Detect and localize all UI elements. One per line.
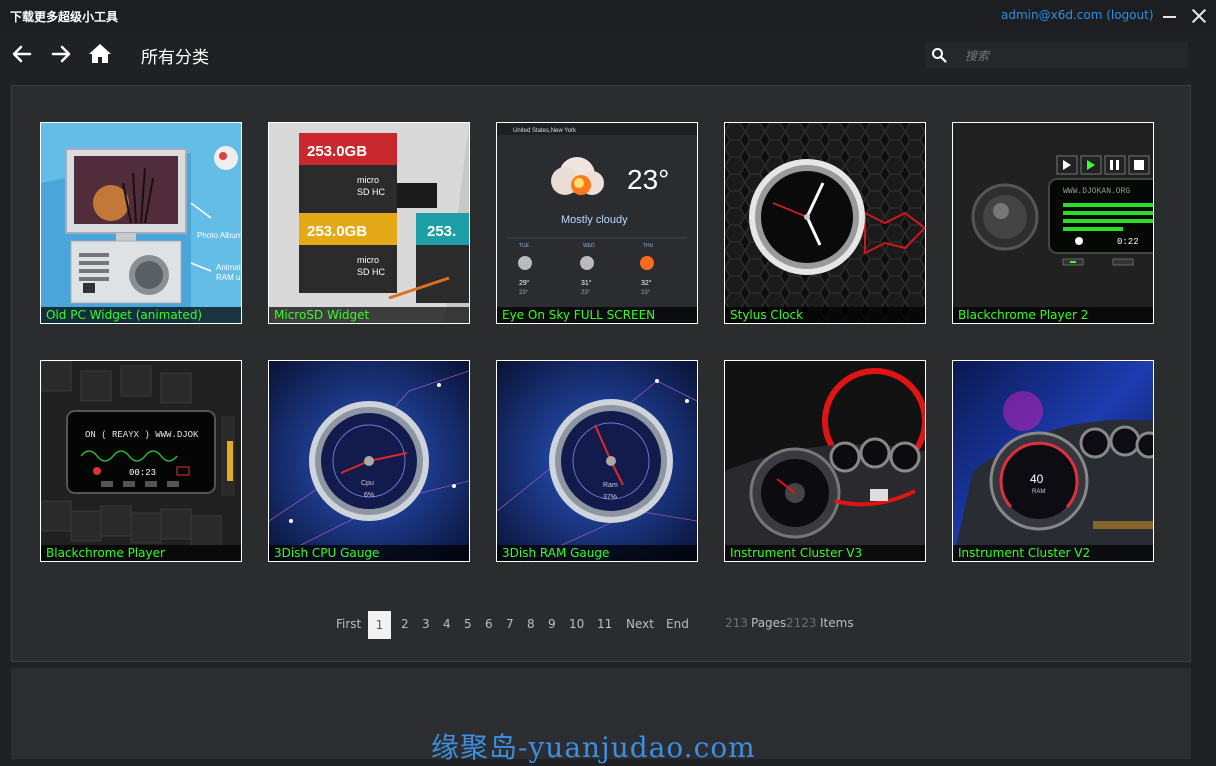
widget-card-label: 3Dish RAM Gauge [497, 545, 697, 561]
page-link[interactable]: 4 [443, 617, 451, 631]
weather-city: United States,New York [513, 128, 577, 134]
forecast-low: 23° [581, 290, 591, 296]
search-box[interactable] [925, 42, 1188, 68]
sd3-capacity: 253. [427, 223, 456, 240]
widget-card-label: MicroSD Widget [269, 307, 469, 323]
search-input[interactable] [963, 46, 1177, 66]
page-link[interactable]: 2 [401, 617, 409, 631]
sd1-capacity: 253.0GB [307, 143, 367, 160]
instrument-cluster-v2-thumbnail: 40 RAM [953, 361, 1153, 561]
microsd-thumbnail: 253.0GB micro SD HC 253.0GB micro SD HC … [269, 123, 469, 323]
cpu-gauge-thumbnail: Cpu 6% [269, 361, 469, 561]
svg-text:micro: micro [357, 255, 379, 265]
widget-card-label: Instrument Cluster V2 [953, 545, 1153, 561]
old-pc-thumbnail: Photo Album Animat RAM u [41, 123, 241, 323]
svg-text:micro: micro [357, 175, 379, 185]
ram-percent: 37% [603, 494, 617, 501]
cluster-v2-unit: RAM [1032, 489, 1045, 495]
sd2-capacity: 253.0GB [307, 223, 367, 240]
widget-card-stylus-clock[interactable]: Stylus Clock [724, 122, 926, 324]
items-label: Items [820, 616, 854, 630]
widget-card-label: Instrument Cluster V3 [725, 545, 925, 561]
page-next[interactable]: Next [626, 617, 654, 631]
widget-card-eye-on-sky[interactable]: United States,New York 23° Mostly cloudy… [496, 122, 698, 324]
widget-card-old-pc[interactable]: Photo Album Animat RAM u Old PC Widget (… [40, 122, 242, 324]
forecast-day: THU [643, 243, 654, 249]
page-link[interactable]: 7 [506, 617, 514, 631]
widget-card-label: Blackchrome Player [41, 545, 241, 561]
back-arrow-icon[interactable] [10, 42, 34, 66]
instrument-cluster-v3-thumbnail [725, 361, 925, 561]
watermark: 缘聚岛-yuanjudao.com [431, 731, 756, 764]
widget-card-label: 3Dish CPU Gauge [269, 545, 469, 561]
player2-time: 0:22 [1117, 237, 1139, 247]
svg-text:SD HC: SD HC [357, 267, 386, 277]
animated-text: Animat [216, 263, 241, 272]
ram-text: RAM u [216, 273, 240, 282]
stylus-clock-thumbnail [725, 123, 925, 323]
pagination: First 1 2 3 4 5 6 7 8 9 10 11 Next End 2… [0, 611, 1216, 639]
cluster-v2-value: 40 [1030, 472, 1044, 486]
forecast-high: 31° [581, 279, 592, 287]
widget-card-cpu-gauge[interactable]: Cpu 6% 3Dish CPU Gauge [268, 360, 470, 562]
blackchrome-player-thumbnail: ON ( REAYX ) WWW.DJOK 00:23 [41, 361, 241, 561]
pages-label: Pages [751, 616, 787, 630]
page-title: 所有分类 [141, 48, 209, 68]
forecast-high: 29° [519, 279, 530, 287]
app-title: 下载更多超级小工具 [10, 10, 119, 24]
widget-card-label: Blackchrome Player 2 [953, 307, 1153, 323]
player2-url: WWW.DJOKAN.ORG [1063, 187, 1130, 196]
page-current[interactable]: 1 [368, 611, 391, 639]
ram-gauge-thumbnail: Ram 37% [497, 361, 697, 561]
cpu-label: Cpu [361, 480, 374, 487]
photo-album-text: Photo Album [197, 231, 241, 240]
widget-card-instrument-cluster-v3[interactable]: Instrument Cluster V3 [724, 360, 926, 562]
total-items: 2123 [786, 616, 817, 630]
home-icon[interactable] [88, 42, 112, 66]
search-icon[interactable] [931, 47, 947, 63]
ram-label: Ram [603, 482, 618, 489]
page-link[interactable]: 3 [422, 617, 430, 631]
forecast-low: 23° [519, 290, 529, 296]
forecast-high: 32° [641, 279, 652, 287]
forecast-day: TUE [519, 243, 530, 249]
total-pages: 213 [725, 616, 748, 630]
user-logout-link[interactable]: admin@x6d.com (logout) [1001, 8, 1154, 22]
cpu-percent: 6% [364, 492, 374, 499]
forecast-low: 23° [641, 290, 651, 296]
page-link[interactable]: 9 [548, 617, 556, 631]
widget-card-label: Old PC Widget (animated) [41, 307, 241, 323]
minimize-icon[interactable] [1160, 6, 1180, 26]
weather-temp: 23° [627, 164, 669, 195]
blackchrome-player-2-thumbnail: WWW.DJOKAN.ORG 0:22 [953, 123, 1153, 323]
widget-card-label: Eye On Sky FULL SCREEN [497, 307, 697, 323]
title-bar: 下载更多超级小工具 admin@x6d.com (logout) [0, 0, 1216, 32]
widget-card-instrument-cluster-v2[interactable]: 40 RAM Instrument Cluster V2 [952, 360, 1154, 562]
widget-card-blackchrome-player-2[interactable]: WWW.DJOKAN.ORG 0:22 Blackchrome Player 2 [952, 122, 1154, 324]
page-link[interactable]: 11 [597, 617, 612, 631]
page-link[interactable]: 6 [485, 617, 493, 631]
page-end[interactable]: End [666, 617, 689, 631]
widget-card-blackchrome-player[interactable]: ON ( REAYX ) WWW.DJOK 00:23 Blackchrome … [40, 360, 242, 562]
close-icon[interactable] [1189, 6, 1209, 26]
forecast-day: WED [583, 243, 595, 249]
widget-card-label: Stylus Clock [725, 307, 925, 323]
page-first[interactable]: First [336, 617, 361, 631]
nav-bar: 所有分类 [0, 32, 1216, 76]
forward-arrow-icon[interactable] [49, 42, 73, 66]
widget-card-microsd[interactable]: 253.0GB micro SD HC 253.0GB micro SD HC … [268, 122, 470, 324]
player1-time: 00:23 [129, 468, 156, 478]
eye-on-sky-thumbnail: United States,New York 23° Mostly cloudy… [497, 123, 697, 323]
weather-desc: Mostly cloudy [561, 214, 628, 226]
widget-card-ram-gauge[interactable]: Ram 37% 3Dish RAM Gauge [496, 360, 698, 562]
player1-text: ON ( REAYX ) WWW.DJOK [85, 430, 199, 440]
page-link[interactable]: 8 [527, 617, 535, 631]
page-link[interactable]: 10 [569, 617, 584, 631]
svg-text:SD HC: SD HC [357, 187, 386, 197]
page-link[interactable]: 5 [464, 617, 472, 631]
